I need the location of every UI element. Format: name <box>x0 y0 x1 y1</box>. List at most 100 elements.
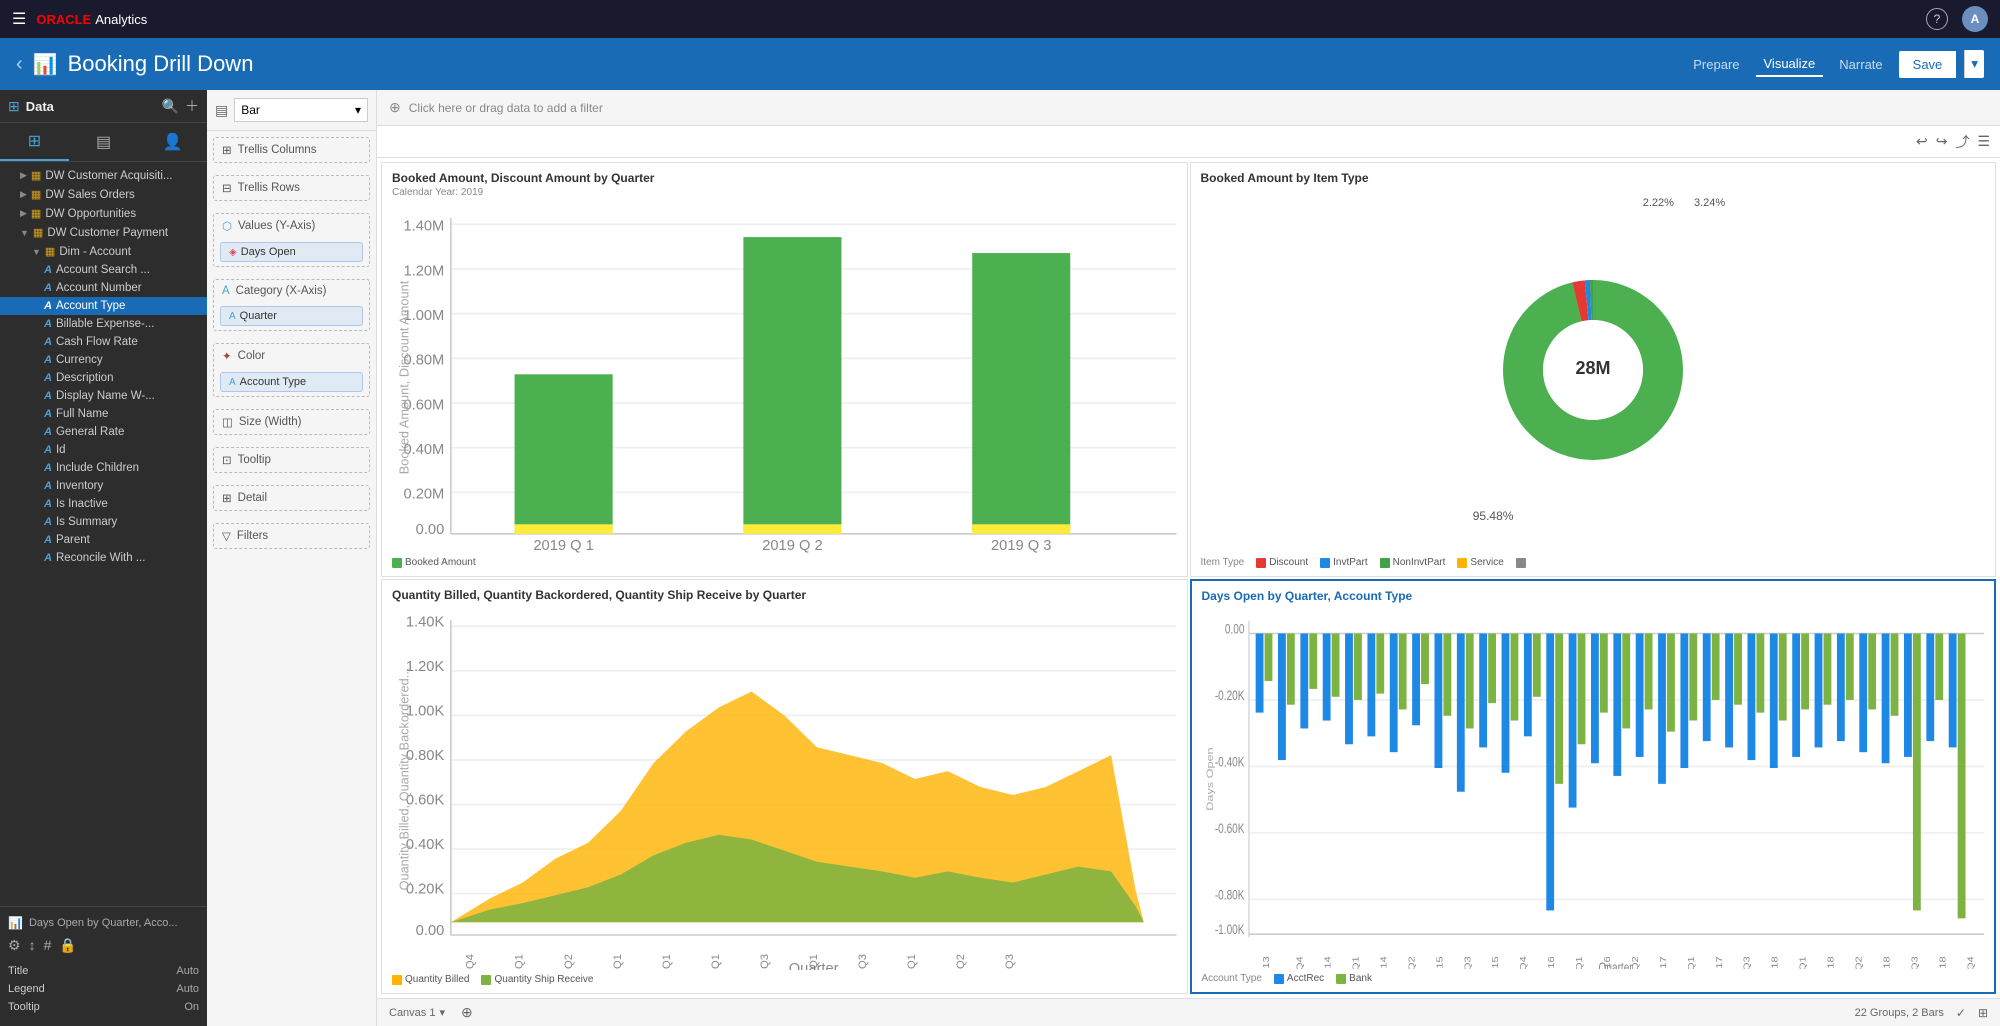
tree-item-currency[interactable]: A Currency <box>0 351 207 369</box>
bar-chart-panel: Booked Amount, Discount Amount by Quarte… <box>381 162 1188 577</box>
filters-header[interactable]: ▽ Filters <box>214 524 369 548</box>
hamburger-icon[interactable]: ☰ <box>12 9 26 29</box>
content-area: ⊕ Click here or drag data to add a filte… <box>377 90 2000 1026</box>
tree-item-parent[interactable]: A Parent <box>0 531 207 549</box>
field-a-icon: A <box>44 408 52 420</box>
back-button[interactable]: ‹ <box>16 53 23 76</box>
tree-label: Is Summary <box>56 516 117 528</box>
legend-qty-ship: Quantity Ship Receive <box>481 974 593 985</box>
tree-item-full-name[interactable]: A Full Name <box>0 405 207 423</box>
quarter-chip[interactable]: A Quarter <box>220 306 363 326</box>
visualize-tab[interactable]: Visualize <box>1756 52 1824 77</box>
tree-item-general-rate[interactable]: A General Rate <box>0 423 207 441</box>
account-type-chip[interactable]: A Account Type <box>220 372 363 392</box>
legend-bank: Bank <box>1336 973 1372 984</box>
save-button[interactable]: Save <box>1899 51 1957 78</box>
tree-arrow: ▶ <box>20 189 27 200</box>
tree-item-is-summary[interactable]: A Is Summary <box>0 513 207 531</box>
detail-header[interactable]: ⊞ Detail <box>214 486 369 510</box>
tree-item-billable-expense[interactable]: A Billable Expense-... <box>0 315 207 333</box>
sidebar-add-button[interactable]: ＋ <box>185 96 199 116</box>
days-open-chip[interactable]: ◈ Days Open <box>220 242 363 262</box>
trellis-rows-icon: ⊟ <box>222 181 232 195</box>
tree-item-dw-customer-payment[interactable]: ▼ ▦ DW Customer Payment <box>0 223 207 242</box>
tree-item-account-number[interactable]: A Account Number <box>0 279 207 297</box>
svg-text:2014: 2014 <box>1324 956 1333 969</box>
tree-item-id[interactable]: A Id <box>0 441 207 459</box>
legend-item-type-label: Item Type <box>1201 557 1245 568</box>
legend-color <box>1380 558 1390 568</box>
sidebar-viz-tab[interactable]: ▤ <box>69 123 138 161</box>
tree-item-is-inactive[interactable]: A Is Inactive <box>0 495 207 513</box>
donut-chart-legend: Item Type Discount InvtPart NonInvtPart <box>1201 553 1986 568</box>
tree-item-dim-account[interactable]: ▼ ▦ Dim - Account <box>0 242 207 261</box>
tree-item-display-name[interactable]: A Display Name W-... <box>0 387 207 405</box>
legend-color <box>1457 558 1467 568</box>
svg-text:-0.80K: -0.80K <box>1214 887 1244 903</box>
svg-text:2014 Q1: 2014 Q1 <box>514 954 526 970</box>
sidebar-search-button[interactable]: 🔍 <box>162 98 179 115</box>
svg-text:28M: 28M <box>1575 358 1610 378</box>
chart-type-dropdown[interactable]: Bar ▾ <box>234 98 368 122</box>
area-chart-legend: Quantity Billed Quantity Ship Receive <box>392 970 1177 985</box>
analytics-text: Analytics <box>95 12 147 27</box>
undo-icon[interactable]: ↩ <box>1916 133 1928 150</box>
data-icon[interactable]: ↕ <box>29 937 36 954</box>
legend-label: NonInvtPart <box>1393 557 1446 568</box>
tree-item-account-search[interactable]: A Account Search ... <box>0 261 207 279</box>
size-width-header[interactable]: ◫ Size (Width) <box>214 410 369 434</box>
grid-icon[interactable]: # <box>44 937 52 954</box>
tree-item-dw-opportunities[interactable]: ▶ ▦ DW Opportunities <box>0 204 207 223</box>
trellis-columns-header[interactable]: ⊞ Trellis Columns <box>214 138 369 162</box>
help-button[interactable]: ? <box>1926 8 1948 30</box>
tree-item-dw-customer-acq[interactable]: ▶ ▦ DW Customer Acquisiti... <box>0 166 207 185</box>
save-dropdown-button[interactable]: ▾ <box>1964 50 1984 78</box>
bar-chart-title: Booked Amount, Discount Amount by Quarte… <box>392 171 1177 185</box>
share-icon[interactable]: ⤴ <box>1955 132 1969 152</box>
filter-bar-text[interactable]: Click here or drag data to add a filter <box>409 101 603 115</box>
properties-icon[interactable]: ⚙ <box>8 937 21 954</box>
add-canvas-button[interactable]: ⊕ <box>461 1004 473 1021</box>
svg-text:1.20M: 1.20M <box>403 264 444 280</box>
canvas-selector[interactable]: Canvas 1 ▾ <box>389 1006 445 1019</box>
legend-booked-amount: Booked Amount <box>392 557 476 568</box>
tree-label: DW Customer Acquisiti... <box>45 170 172 182</box>
filters-icon: ▽ <box>222 529 231 543</box>
values-y-axis-header[interactable]: ⬡ Values (Y-Axis) <box>214 214 369 238</box>
svg-text:0.20M: 0.20M <box>403 487 444 503</box>
grouped-bar-legend: Account Type AcctRec Bank <box>1202 969 1985 984</box>
trellis-rows-header[interactable]: ⊟ Trellis Rows <box>214 176 369 200</box>
svg-text:0.00: 0.00 <box>416 522 445 538</box>
tree-item-reconcile[interactable]: A Reconcile With ... <box>0 549 207 567</box>
expand-icon[interactable]: ⊞ <box>1978 1006 1988 1020</box>
tree-item-description[interactable]: A Description <box>0 369 207 387</box>
color-header[interactable]: ✦ Color <box>214 344 369 368</box>
svg-text:-0.60K: -0.60K <box>1214 820 1244 836</box>
tree-arrow: ▶ <box>20 170 27 181</box>
menu-icon[interactable]: ☰ <box>1977 133 1990 150</box>
redo-icon[interactable]: ↪ <box>1936 133 1948 150</box>
sidebar-people-tab[interactable]: 👤 <box>138 123 207 161</box>
tree-item-inventory[interactable]: A Inventory <box>0 477 207 495</box>
tree-arrow: ▶ <box>20 208 27 219</box>
color-icon: ✦ <box>222 349 232 363</box>
sidebar-data-tab[interactable]: ⊞ <box>0 123 69 161</box>
prepare-tab[interactable]: Prepare <box>1685 53 1747 76</box>
category-x-axis-header[interactable]: A Category (X-Axis) <box>214 280 369 302</box>
user-avatar[interactable]: A <box>1962 6 1988 32</box>
svg-text:2017: 2017 <box>1659 956 1668 969</box>
tree-item-account-type[interactable]: A Account Type <box>0 297 207 315</box>
tooltip-header[interactable]: ⊡ Tooltip <box>214 448 369 472</box>
legend-qty-billed: Quantity Billed <box>392 974 469 985</box>
lock-icon[interactable]: 🔒 <box>59 937 76 954</box>
status-right: 22 Groups, 2 Bars ✓ ⊞ <box>1855 1006 1988 1020</box>
legend-color <box>1274 974 1284 984</box>
title-bar: ‹ 📊 Booking Drill Down Prepare Visualize… <box>0 38 2000 90</box>
tree-item-dw-sales-orders[interactable]: ▶ ▦ DW Sales Orders <box>0 185 207 204</box>
grouped-bar-chart-area: 0.00 -0.20K -0.40K -0.60K -0.80K -1.00K … <box>1202 605 1985 969</box>
check-icon[interactable]: ✓ <box>1956 1006 1966 1020</box>
svg-text:Q3: Q3 <box>1463 956 1472 969</box>
tree-item-cash-flow-rate[interactable]: A Cash Flow Rate <box>0 333 207 351</box>
narrate-tab[interactable]: Narrate <box>1831 53 1890 76</box>
tree-item-include-children[interactable]: A Include Children <box>0 459 207 477</box>
